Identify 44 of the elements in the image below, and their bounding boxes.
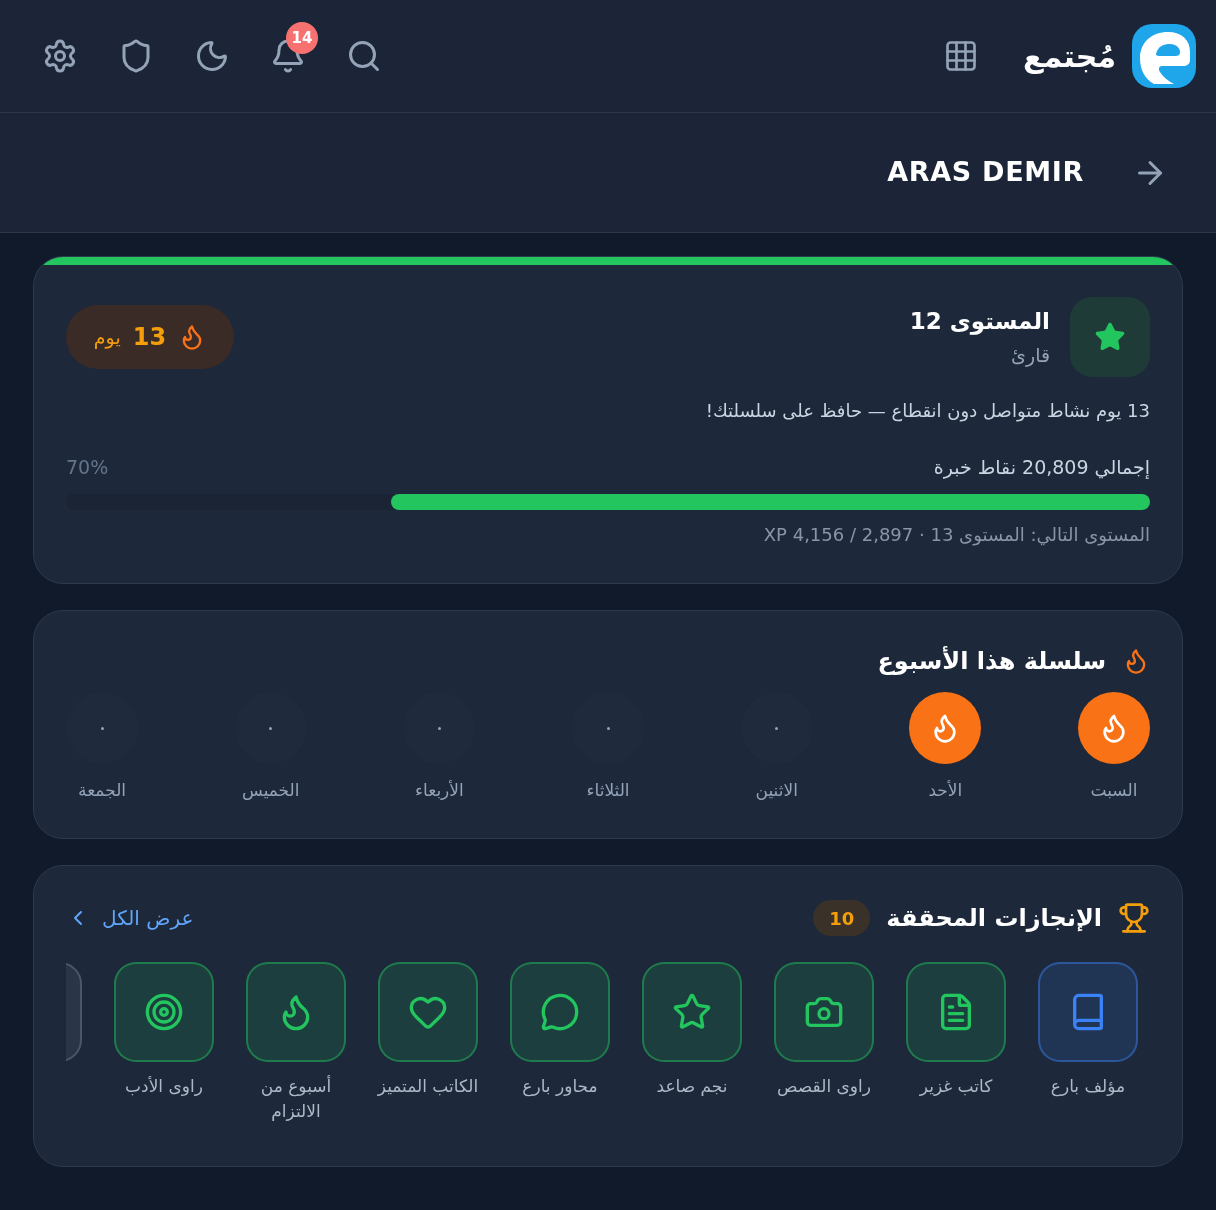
day-label: الجمعة [78, 779, 127, 802]
achievement-tile[interactable] [510, 962, 610, 1062]
trophy-icon [1118, 902, 1150, 934]
brand-name: مُجتمع [1022, 37, 1116, 76]
streak-message: 13 يوم نشاط متواصل دون انقطاع — حافظ على سلسلتك! [704, 399, 1150, 424]
user-name: ARAS DEMIR [887, 155, 1084, 190]
day-label: السبت [1090, 779, 1138, 802]
achievement-tile[interactable] [114, 962, 214, 1062]
section-title: سلسلة هذا الأسبوع [877, 645, 1106, 677]
level-title: المستوى 12 [909, 307, 1050, 337]
achievement-label: راوى القصص [777, 1075, 871, 1098]
day-label: الاثنين [755, 779, 798, 802]
achievement-label: نجم صاعد [656, 1075, 728, 1098]
achievement-label: الكاتب المتميز [377, 1075, 479, 1098]
achievement-label: أسبوع من الالتزام [259, 1074, 333, 1123]
notification-badge: 14 [286, 22, 318, 54]
streak-count: 13 [132, 322, 167, 353]
day-label: الأربعاء [415, 779, 464, 802]
achievement-tile[interactable] [1038, 962, 1138, 1062]
achievement-label: محاور بارع [522, 1075, 598, 1099]
settings-icon[interactable] [42, 38, 78, 74]
achievement-tile[interactable] [906, 962, 1006, 1062]
achievement-tile[interactable] [378, 962, 478, 1062]
achievement-tile[interactable] [774, 962, 874, 1062]
moon-icon[interactable] [194, 38, 230, 74]
day-label: الخميس [241, 779, 300, 802]
next-level-text: المستوى التالي: المستوى 13 · 2,897 / 4,156 XP [762, 523, 1150, 548]
day-label: الثلاثاء [586, 779, 630, 802]
achievement-count: 10 [813, 900, 871, 936]
rank-label: قارئ [1010, 343, 1050, 369]
section-title: الإنجازات المحققة [886, 903, 1102, 934]
view-all-link[interactable]: عرض الكل [66, 903, 194, 933]
streak-unit: يوم [93, 324, 121, 351]
achievement-label: مؤلف بارع [1050, 1075, 1126, 1099]
achievement-label: كاتب غزير [919, 1075, 993, 1098]
logo-icon[interactable] [1132, 24, 1196, 88]
progress-percent: 70% [66, 455, 109, 480]
star-icon [1070, 297, 1150, 377]
achievement-tile[interactable] [246, 962, 346, 1062]
achievement-label: راوى الأدب [125, 1075, 203, 1098]
achievement-tile[interactable] [642, 962, 742, 1062]
day-label: الأحد [928, 779, 963, 802]
total-xp: إجمالي 20,809 نقاط خبرة [933, 455, 1150, 481]
search-icon[interactable] [346, 38, 382, 74]
